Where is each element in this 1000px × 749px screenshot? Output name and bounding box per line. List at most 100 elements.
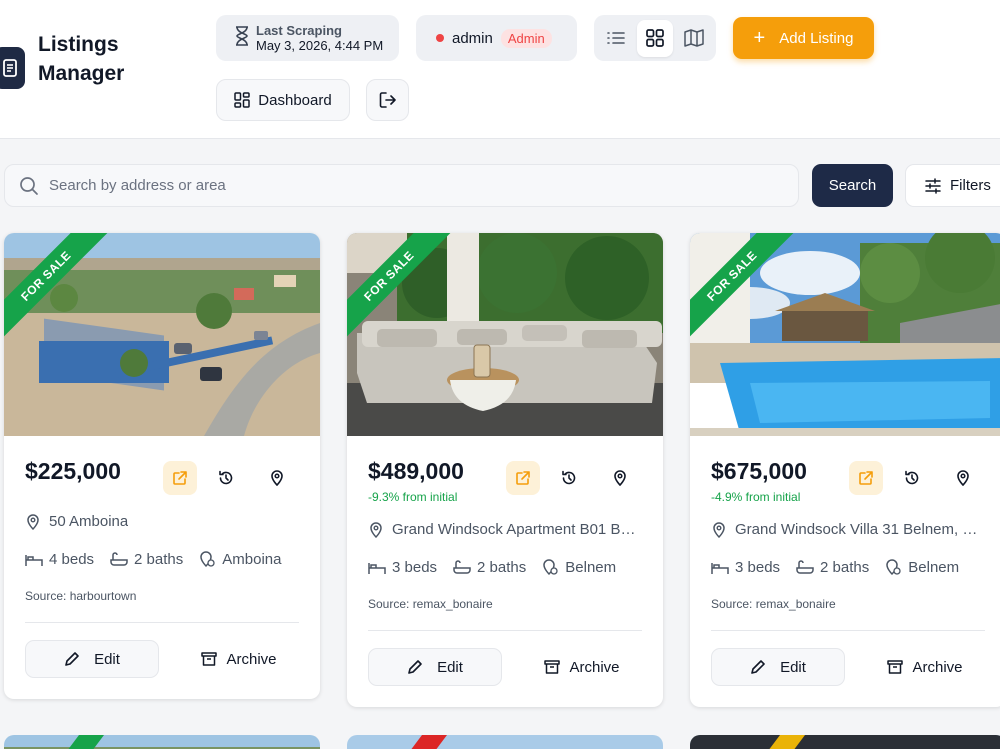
last-scraping-time: May 3, 2026, 4:44 PM <box>256 37 384 53</box>
edit-button[interactable]: Edit <box>368 648 502 686</box>
bed-icon <box>368 562 386 574</box>
listing-address: 50 Amboina <box>25 513 128 530</box>
beds-text: 4 beds <box>49 551 95 568</box>
listing-specs: 3 beds 2 baths Belnem <box>368 559 632 576</box>
listing-price: $225,000 <box>25 458 121 484</box>
listing-card-partial <box>4 735 320 749</box>
add-listing-button[interactable]: + Add Listing <box>733 17 874 59</box>
listing-card-partial <box>347 735 663 749</box>
bed-icon <box>25 554 43 566</box>
grid-view-button[interactable] <box>636 19 674 57</box>
user-chip[interactable]: admin Admin <box>416 15 577 61</box>
history-button[interactable] <box>209 461 243 495</box>
location-button[interactable] <box>260 461 294 495</box>
map-pin-icon <box>370 521 382 538</box>
listing-card-partial <box>690 735 1000 749</box>
search-icon <box>20 176 38 195</box>
card-divider <box>368 630 642 631</box>
listing-source: Source: remax_bonaire <box>368 597 493 611</box>
filters-button[interactable]: Filters <box>905 164 1000 207</box>
area-pin-icon <box>543 559 558 576</box>
listing-photo[interactable]: FOR SALE <box>4 233 320 436</box>
view-toggle <box>594 15 716 61</box>
history-button[interactable] <box>552 461 586 495</box>
app-title: Listings Manager <box>38 33 125 85</box>
external-link-icon <box>516 471 530 485</box>
map-view-icon <box>683 29 704 47</box>
listing-photo[interactable]: FOR SALE <box>690 233 1000 436</box>
archive-button[interactable]: Archive <box>870 648 980 686</box>
bath-icon <box>796 560 814 574</box>
logout-button[interactable] <box>366 79 409 121</box>
listing-photo[interactable]: FOR SALE <box>347 233 663 436</box>
address-text: Grand Windsock Villa 31 Belnem, Bonaire <box>735 521 980 538</box>
beds-text: 3 beds <box>735 559 781 576</box>
listing-price: $489,000 <box>368 458 464 484</box>
listing-card: FOR SALE $675,000 -4.9% from initial Gra… <box>690 233 1000 707</box>
listing-address: Grand Windsock Villa 31 Belnem, Bonaire <box>711 521 980 538</box>
app-header: Listings Manager Last Scraping May 3, 20… <box>0 0 1000 139</box>
external-link-icon <box>173 471 187 485</box>
beds-text: 3 beds <box>392 559 438 576</box>
dashboard-button[interactable]: Dashboard <box>216 79 350 121</box>
archive-label: Archive <box>226 650 277 668</box>
dashboard-label: Dashboard <box>258 91 332 109</box>
edit-icon <box>751 660 765 674</box>
listing-price: $675,000 <box>711 458 807 484</box>
archive-icon <box>201 652 218 666</box>
dashboard-icon <box>234 92 251 108</box>
user-name: admin <box>452 29 493 47</box>
area-text: Amboina <box>222 551 282 568</box>
edit-icon <box>65 652 79 666</box>
area-text: Belnem <box>908 559 960 576</box>
area-pin-icon <box>886 559 901 576</box>
listing-card: FOR SALE $489,000 -9.3% from initial Gra… <box>347 233 663 707</box>
edit-button[interactable]: Edit <box>711 648 845 686</box>
listing-card: FOR SALE $225,000 50 Amboina 4 beds 2 ba… <box>4 233 320 699</box>
listing-specs: 3 beds 2 baths Belnem <box>711 559 975 576</box>
open-external-button[interactable] <box>849 461 883 495</box>
listing-specs: 4 beds 2 baths Amboina <box>25 551 297 568</box>
address-text: 50 Amboina <box>49 513 129 530</box>
last-scraping-indicator: Last Scraping May 3, 2026, 4:44 PM <box>216 15 399 61</box>
history-button[interactable] <box>895 461 929 495</box>
archive-button[interactable]: Archive <box>184 640 294 678</box>
history-icon <box>905 470 919 485</box>
open-external-button[interactable] <box>506 461 540 495</box>
plus-icon: + <box>753 27 766 49</box>
listing-address: Grand Windsock Apartment B01 Belnem <box>368 521 637 538</box>
history-icon <box>219 470 233 485</box>
map-pin-icon <box>271 470 283 486</box>
grid-view-icon <box>646 29 664 47</box>
search-field[interactable] <box>4 164 799 207</box>
list-view-button[interactable] <box>598 20 635 57</box>
map-pin-icon <box>957 470 969 486</box>
location-button[interactable] <box>603 461 637 495</box>
map-pin-icon <box>27 513 39 530</box>
listing-source: Source: remax_bonaire <box>711 597 836 611</box>
card-divider <box>711 630 985 631</box>
search-button[interactable]: Search <box>812 164 893 207</box>
last-scraping-label: Last Scraping <box>256 22 342 38</box>
filters-icon <box>925 177 941 194</box>
edit-button[interactable]: Edit <box>25 640 159 678</box>
area-text: Belnem <box>565 559 617 576</box>
price-change: -9.3% from initial <box>368 490 458 504</box>
edit-label: Edit <box>94 650 120 668</box>
edit-icon <box>408 660 422 674</box>
archive-label: Archive <box>569 658 620 676</box>
listing-source: Source: harbourtown <box>25 589 137 603</box>
search-input[interactable] <box>49 177 749 194</box>
area-pin-icon <box>200 551 215 568</box>
map-view-button[interactable] <box>675 20 712 57</box>
bath-icon <box>453 560 471 574</box>
status-dot <box>436 34 444 42</box>
archive-icon <box>887 660 904 674</box>
open-external-button[interactable] <box>163 461 197 495</box>
bed-icon <box>711 562 729 574</box>
role-badge: Admin <box>500 28 552 48</box>
archive-button[interactable]: Archive <box>527 648 637 686</box>
location-button[interactable] <box>946 461 980 495</box>
history-icon <box>562 470 576 485</box>
hourglass-icon <box>234 25 250 52</box>
